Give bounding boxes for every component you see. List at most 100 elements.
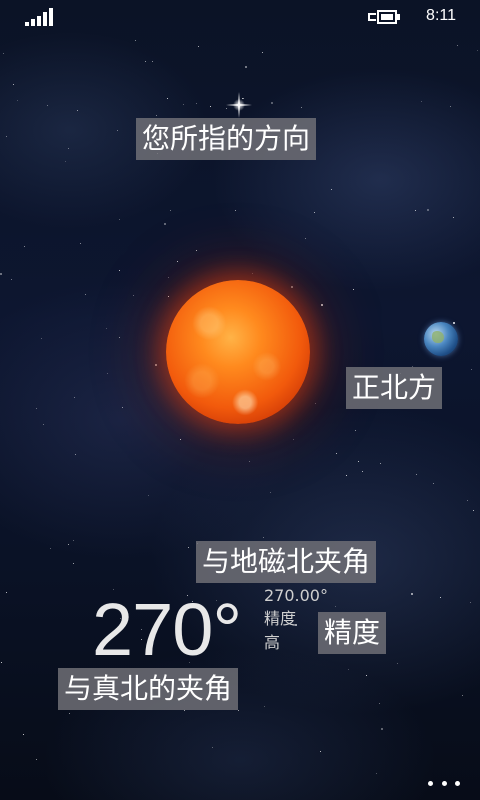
status-bar: 8:11 xyxy=(0,0,480,34)
star-dot xyxy=(450,106,451,107)
star-dot xyxy=(348,669,349,670)
accuracy-value: 高 xyxy=(264,633,281,652)
true-north-label: 正北方 xyxy=(346,367,443,409)
star-dot xyxy=(68,544,69,545)
star-dot xyxy=(148,495,149,496)
star-dot xyxy=(117,130,118,131)
compass-screen: 8:11 您所指的方向 正北方 与地磁北夹角 270° 270.00° 精度 高… xyxy=(0,0,480,800)
star-dot xyxy=(106,328,107,329)
star-dot xyxy=(68,148,69,149)
star-dot xyxy=(411,593,413,595)
star-dot xyxy=(355,430,356,431)
star-dot xyxy=(69,713,70,714)
star-dot xyxy=(107,373,108,374)
star-dot xyxy=(314,212,315,213)
star-dot xyxy=(167,98,168,99)
star-dot xyxy=(119,219,120,220)
earth-icon xyxy=(424,322,458,356)
star-dot xyxy=(263,537,264,538)
star-dot xyxy=(301,107,302,108)
star-dot xyxy=(41,338,42,339)
star-dot xyxy=(271,102,273,104)
star-dot xyxy=(376,773,377,774)
star-dot xyxy=(135,40,136,41)
star-dot xyxy=(264,706,265,707)
star-dot xyxy=(353,289,354,290)
star-dot xyxy=(6,136,7,137)
star-dot xyxy=(471,369,472,370)
signal-bars-icon xyxy=(25,8,55,26)
star-dot xyxy=(346,475,347,476)
star-dot xyxy=(77,110,78,111)
pointing-direction-label: 您所指的方向 xyxy=(136,118,317,160)
star-dot xyxy=(168,277,169,278)
star-dot xyxy=(23,734,24,735)
battery-charging-icon xyxy=(368,10,402,24)
star-dot xyxy=(73,540,74,541)
sun-icon[interactable] xyxy=(166,280,310,424)
star-dot xyxy=(13,84,14,85)
star-dot xyxy=(293,439,294,440)
star-dot xyxy=(170,210,171,211)
star-dot xyxy=(336,453,337,454)
star-dot xyxy=(366,675,367,676)
star-dot xyxy=(252,273,253,274)
star-dot xyxy=(74,397,75,398)
star-dot xyxy=(421,101,422,102)
star-dot xyxy=(321,304,323,306)
star-dot xyxy=(397,663,398,664)
star-dot xyxy=(238,710,239,711)
star-dot xyxy=(427,209,429,211)
star-dot xyxy=(73,563,74,564)
true-north-angle-value: 270° xyxy=(92,588,242,671)
star-dot xyxy=(50,548,51,549)
star-dot xyxy=(415,210,416,211)
star-dot xyxy=(122,407,123,408)
star-dot xyxy=(305,238,306,239)
star-dot xyxy=(17,100,18,101)
star-dot xyxy=(380,463,381,464)
star-dot xyxy=(245,66,247,68)
star-dot xyxy=(212,747,213,748)
star-dot xyxy=(145,61,146,62)
north-star-icon xyxy=(226,92,252,118)
star-dot xyxy=(320,751,321,752)
star-dot xyxy=(0,273,2,275)
magnetic-angle-value: 270.00° xyxy=(264,586,328,605)
star-dot xyxy=(43,424,44,425)
star-dot xyxy=(119,337,120,338)
star-dot xyxy=(156,115,157,116)
magnetic-north-angle-label: 与地磁北夹角 xyxy=(196,541,377,583)
star-dot xyxy=(457,45,458,46)
star-dot xyxy=(433,483,434,484)
star-dot xyxy=(177,261,178,262)
star-dot xyxy=(183,104,184,105)
star-dot xyxy=(36,408,37,409)
star-dot xyxy=(331,189,332,190)
star-dot xyxy=(80,243,81,244)
status-time: 8:11 xyxy=(426,7,456,24)
star-dot xyxy=(291,286,293,288)
star-dot xyxy=(75,454,76,455)
star-dot xyxy=(119,270,120,271)
star-dot xyxy=(473,510,474,511)
star-dot xyxy=(180,439,181,440)
star-dot xyxy=(462,695,463,696)
star-dot xyxy=(379,703,380,704)
star-dot xyxy=(262,52,263,53)
ellipsis-more-icon[interactable] xyxy=(428,776,460,790)
star-dot xyxy=(335,606,336,607)
star-dot xyxy=(1,662,2,663)
star-dot xyxy=(198,46,199,47)
star-dot xyxy=(270,492,271,493)
star-dot xyxy=(358,461,359,462)
star-dot xyxy=(155,364,157,366)
star-dot xyxy=(11,279,12,280)
star-dot xyxy=(249,461,250,462)
accuracy-label: 精度 xyxy=(318,612,387,654)
star-dot xyxy=(416,474,417,475)
star-dot xyxy=(47,105,48,106)
star-dot xyxy=(477,50,478,51)
star-dot xyxy=(467,500,468,501)
star-dot xyxy=(24,246,25,247)
